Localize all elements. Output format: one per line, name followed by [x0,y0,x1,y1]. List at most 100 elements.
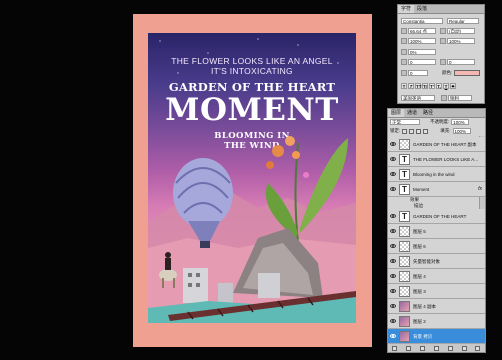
antialias-icon [441,94,447,101]
tab-paths[interactable]: 路径 [420,109,436,117]
vertical-scale-icon [401,37,407,44]
tab-character[interactable]: 字符 [398,5,415,13]
eye-icon[interactable] [390,141,397,147]
layer-name: GARDEN OF THE HEART [413,213,467,219]
layer-row[interactable]: 图层 6 [388,239,485,254]
tab-layers[interactable]: 图层 [388,109,405,117]
leading-field[interactable]: (自动) [447,27,475,34]
layer-row[interactable]: 图层 2 [388,314,485,329]
layer-row[interactable]: GARDEN OF THE HEART 副本 [388,137,485,152]
layer-mask-icon[interactable] [420,345,426,351]
layer-name: Moment [413,186,430,192]
layer-row[interactable]: 图层 4 [388,269,485,284]
eye-icon[interactable] [390,273,397,279]
text-layer-icon: T [399,153,410,165]
character-panel-tabs: 字符 段落 [398,5,484,14]
eye-icon[interactable] [390,318,397,324]
opacity-label: 不透明度: [430,119,450,124]
layer-name: 图层 5 [413,228,426,234]
lock-image-icon[interactable] [409,128,415,134]
eye-icon[interactable] [390,171,397,177]
document-canvas[interactable]: THE FLOWER LOOKS LIKE AN ANGEL IT'S INTO… [133,14,372,347]
layer-row[interactable]: 矢量智能对象 [388,254,485,269]
lock-position-icon[interactable] [416,128,422,134]
trash-icon[interactable] [475,345,481,351]
layer-name: THE FLOWER LOOKS LIKE A... [413,156,479,162]
layers-panel-tabs: 图层 通道 路径 [388,109,485,118]
tab-paragraph[interactable]: 段落 [414,5,430,13]
blend-mode-select[interactable]: 正常 [390,119,420,125]
eye-icon[interactable] [390,213,397,219]
layer-name: 背景 拷贝 [413,333,433,339]
font-scale-field[interactable]: 0 [408,69,428,76]
eye-icon[interactable] [390,243,397,249]
baseline-shift-field[interactable]: 0 [408,58,436,65]
opacity-field[interactable]: 100% [451,119,470,125]
adjustment-layer-icon[interactable] [433,345,439,351]
layer-row[interactable]: 图层 5 [388,224,485,239]
eye-icon[interactable] [390,186,397,192]
tab-channels[interactable]: 通道 [404,109,420,117]
faux-bold-button[interactable]: T [401,82,407,89]
layer-row[interactable]: T THE FLOWER LOOKS LIKE A... [388,152,485,167]
poster-scenery [148,136,356,323]
lock-all-icon[interactable] [423,128,429,134]
tracking-icon [440,58,446,65]
eye-icon[interactable] [390,288,397,294]
font-style-select[interactable]: Regular [447,17,479,24]
new-group-icon[interactable] [447,345,453,351]
all-caps-button[interactable]: TT [415,82,422,89]
layer-row[interactable]: T Moment fx [388,182,485,197]
layer-effects-icon[interactable]: fx [478,186,482,192]
format-buttons-row: T T TT Tr T' T, T T [401,82,457,89]
layer-row[interactable]: 背景 拷贝 [388,329,485,344]
eye-icon[interactable] [390,228,397,234]
layer-thumbnail [399,225,410,237]
font-family-select[interactable]: Constantia [401,17,443,24]
underline-button[interactable]: T [443,82,449,89]
eye-icon[interactable] [390,333,397,339]
fill-field[interactable]: 100% [452,128,471,134]
layer-row[interactable]: 图层 3 [388,284,485,299]
layer-row[interactable]: T Blooming in the wind [388,167,485,182]
superscript-button[interactable]: T' [429,82,435,89]
text-layer-icon: T [399,210,410,222]
layer-name: GARDEN OF THE HEART 副本 [413,141,477,147]
font-size-field[interactable]: 66.64 点 [408,27,436,34]
kerning-field[interactable]: 0% [408,48,436,55]
text-color-swatch[interactable] [454,69,481,76]
layer-name: 图层 2 [413,318,426,324]
layer-thumbnail [399,285,410,297]
vertical-scale-field[interactable]: 100% [408,37,436,44]
eye-icon[interactable] [390,303,397,309]
tracking-field[interactable]: 0 [447,58,475,65]
antialias-select[interactable]: 锐利 [448,94,472,101]
faux-italic-button[interactable]: T [408,82,414,89]
subscript-button[interactable]: T, [436,82,442,89]
text-layer-icon: T [399,168,410,180]
font-scale-icon [401,69,407,76]
photoshop-workspace: THE FLOWER LOOKS LIKE AN ANGEL IT'S INTO… [0,0,502,360]
lock-transparent-icon[interactable] [402,128,408,134]
new-layer-icon[interactable] [461,345,467,351]
strikethrough-button[interactable]: T [450,82,456,89]
color-label: 颜色: [442,69,453,75]
link-layers-icon[interactable] [392,345,398,351]
poster-artwork: THE FLOWER LOOKS LIKE AN ANGEL IT'S INTO… [148,33,356,323]
text-layer-icon: T [399,183,410,195]
baseline-shift-icon [401,58,407,65]
layer-thumbnail [399,315,410,327]
eye-icon[interactable] [390,156,397,162]
layer-style-icon[interactable] [406,345,412,351]
layer-row[interactable]: T GARDEN OF THE HEART [388,209,485,224]
layers-panel: 图层 通道 路径 正常 不透明度: 100% 锁定: 填充: 100% GARD… [387,108,486,353]
layer-thumbnail [399,138,410,150]
eye-icon[interactable] [390,258,397,264]
layer-thumbnail [399,255,410,267]
small-caps-button[interactable]: Tr [422,82,428,89]
language-select[interactable]: 美国英语 [401,94,435,101]
layer-thumbnail [399,270,410,282]
layer-row[interactable]: 图层 4 副本 [388,299,485,314]
horizontal-scale-field[interactable]: 100% [447,37,475,44]
fill-label: 填充: [440,128,451,133]
